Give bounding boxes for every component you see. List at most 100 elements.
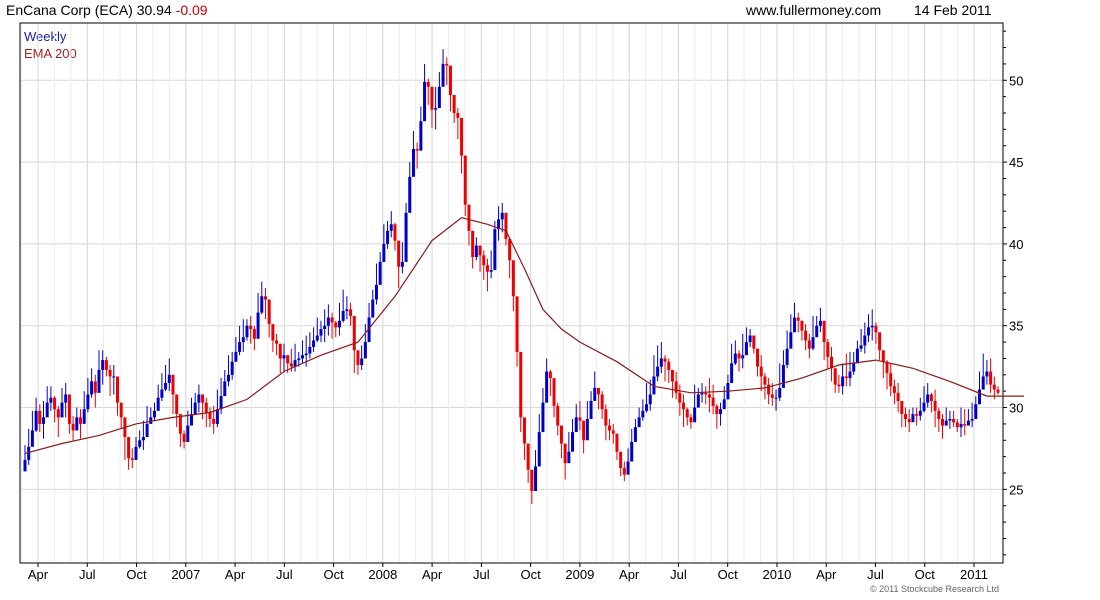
candle-body [182,433,186,442]
candle-body [689,417,693,423]
candle-body [978,389,982,405]
candle-body [474,245,478,257]
candle-body [27,446,31,460]
candle-body [722,399,726,410]
candle-body [645,404,649,411]
candle-body [363,342,367,359]
candle-body [641,410,645,418]
candle-body [463,155,467,205]
candle-body [508,239,512,261]
candle-body [748,335,752,343]
candle-body [563,443,567,464]
candle-body [545,371,549,403]
candle-body [430,86,434,110]
candle-body [504,212,508,239]
candle-body [397,240,401,267]
candle-body [230,361,234,375]
candle-body [874,325,878,333]
candle-body [448,65,452,95]
candle-body [223,381,227,397]
candle-body [719,409,723,415]
candle-body [944,420,948,426]
y-tick-label: 40 [1009,237,1023,252]
copyright-note: © 2011 Stockcube Research Ltd [870,584,1000,594]
candle-body [323,325,327,329]
x-tick-label: Jul [276,567,293,582]
x-tick-label: Oct [915,567,936,582]
candle-body [189,414,193,426]
candle-body [278,343,282,359]
candle-body [589,401,593,419]
candle-body [859,345,863,349]
candle-body [737,353,741,359]
candle-body [75,417,79,431]
candle-body [519,351,523,418]
candle-body [193,402,197,415]
candle-body [585,419,589,441]
candle-body [374,284,378,300]
x-tick-label: 2010 [762,567,791,582]
candle-body [670,369,674,382]
candle-body [992,384,996,390]
candle-body [778,387,782,398]
candle-body [966,420,970,426]
candle-body [733,353,737,364]
x-tick-label: Oct [323,567,344,582]
candle-body [693,407,697,423]
candle-body [596,387,600,395]
x-tick-label: Jul [670,567,687,582]
x-tick-label: Apr [422,567,443,582]
candle-body [608,425,612,431]
candle-body [804,330,808,341]
candle-body [360,358,364,365]
candle-body [38,410,42,424]
candle-body [241,337,245,343]
candle-body [393,224,397,241]
candle-body [271,324,275,341]
candle-body [249,325,253,329]
y-tick-label: 35 [1009,319,1023,334]
candle-body [86,394,90,410]
x-tick-label: 2008 [368,567,397,582]
candle-body [878,332,882,351]
candle-body [175,394,179,415]
candle-body [667,361,671,370]
candle-body [615,433,619,452]
candle-body [704,392,708,395]
candle-body [985,371,989,377]
candle-body [730,363,734,383]
candle-body [319,329,323,336]
candle-body [863,335,867,346]
candle-body [756,348,760,367]
x-tick-label: Apr [225,567,246,582]
candle-body [152,410,156,418]
candle-body [186,425,190,442]
candle-body [963,423,967,426]
candle-body [741,355,745,359]
candle-body [119,402,123,418]
candle-body [837,384,841,387]
candle-body [559,425,563,444]
candle-body [334,322,338,328]
candle-body [312,340,316,347]
candle-body [408,176,412,213]
candle-body [352,315,356,351]
candle-body [23,459,27,472]
candle-body [678,392,682,403]
candle-body [619,451,623,469]
candle-body [93,381,97,393]
candle-body [215,409,219,424]
candle-body [522,417,526,444]
candle-body [130,458,134,460]
candle-body [744,342,748,356]
candle-body [796,317,800,321]
price-chart: 25 30 35 40 45 50 Apr Jul Oct 2007 Apr Jul Oct 2008 Ap… [19,22,1024,582]
candle-body [889,373,893,387]
candle-body [493,229,497,271]
candle-body [145,423,149,437]
y-tick-label: 50 [1009,73,1023,88]
candle-body [434,108,438,110]
candle-body [289,363,293,367]
candle-body [171,374,175,395]
candle-body [989,371,993,385]
